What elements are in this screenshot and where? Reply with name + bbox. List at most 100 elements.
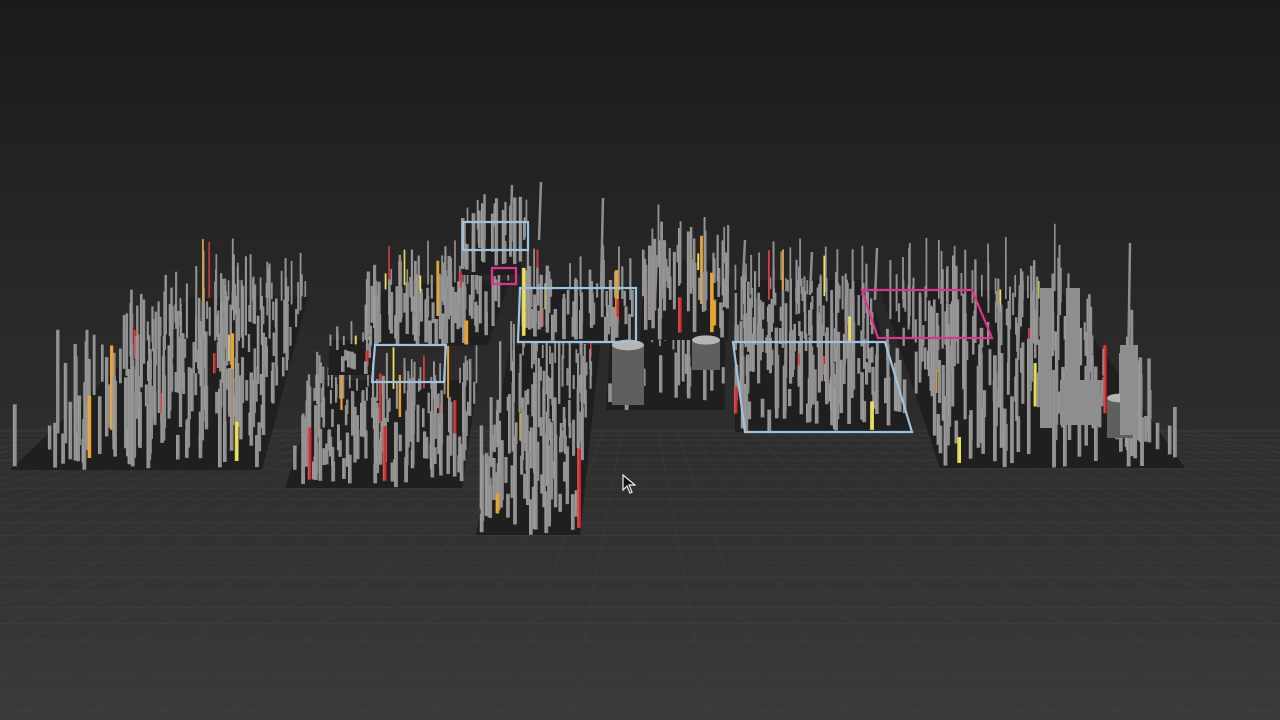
pillar-highlight (255, 435, 257, 468)
pillar-highlight (604, 316, 606, 342)
pillar-highlight (830, 326, 832, 384)
pillar-highlight (596, 283, 597, 298)
pillar-highlight (924, 347, 925, 370)
pillar-highlight (912, 285, 914, 339)
pillar-highlight (589, 364, 591, 389)
pillar-highlight (431, 302, 433, 324)
pillar-highlight (456, 303, 458, 330)
pillar-highlight (125, 313, 127, 376)
storage-tank[interactable] (692, 335, 720, 370)
pillar-highlight (902, 327, 904, 346)
pillar-highlight (752, 333, 754, 372)
pillar-highlight (394, 422, 396, 488)
pillar-highlight (224, 285, 226, 348)
pillar-highlight (236, 363, 238, 427)
pillar-highlight (1012, 292, 1013, 316)
tank-body (612, 345, 644, 405)
pillar-highlight (478, 210, 480, 248)
pillar-highlight (390, 462, 393, 482)
pillar-highlight (290, 261, 292, 305)
pillar-highlight (1083, 322, 1085, 341)
pillar-highlight (466, 360, 468, 381)
pillar-highlight (772, 241, 774, 299)
pillar-highlight (528, 266, 530, 330)
pillar-highlight (936, 413, 938, 445)
pillar-highlight (579, 342, 581, 355)
pillar-highlight (133, 330, 135, 359)
city-visualization-canvas[interactable] (0, 0, 1280, 720)
pillar-highlight (857, 295, 859, 326)
pillar-highlight (424, 300, 426, 343)
pillar-highlight (1020, 348, 1021, 373)
pillar-highlight (1144, 415, 1146, 442)
pillar-highlight (202, 239, 203, 307)
pillar-highlight (571, 494, 573, 530)
pillar-highlight (520, 455, 522, 475)
pillar-highlight (895, 274, 897, 312)
pillar-highlight (860, 330, 862, 347)
tall-building[interactable] (1040, 288, 1052, 428)
pillar-highlight (563, 435, 565, 454)
pillar-highlight (434, 319, 436, 345)
pillar-highlight (249, 372, 251, 446)
pillar-highlight (176, 434, 178, 460)
pillar-highlight (229, 304, 231, 365)
pillar-highlight (218, 388, 220, 468)
pillar-highlight (533, 316, 535, 337)
storage-tank[interactable] (612, 339, 644, 405)
pillar-highlight (788, 389, 790, 407)
pillar-highlight (245, 380, 247, 401)
pillar-highlight (185, 283, 187, 339)
pillar-highlight (757, 323, 759, 384)
pillar-highlight (762, 301, 763, 320)
pillar-highlight (1094, 421, 1096, 461)
pillar-highlight (868, 348, 870, 373)
pillar-highlight (506, 396, 508, 411)
pillar-highlight (789, 247, 791, 284)
pillar-highlight (314, 405, 316, 480)
pillar-highlight (997, 302, 999, 333)
pillar-highlight (825, 333, 827, 405)
pillar-highlight (307, 427, 310, 480)
pillar-highlight (624, 306, 626, 325)
pillar-highlight (508, 394, 510, 454)
pillar-highlight (162, 336, 164, 358)
pillar-highlight (430, 458, 432, 478)
pillar-highlight (830, 382, 832, 426)
pillar-highlight (828, 383, 830, 402)
pillar-highlight (971, 270, 973, 304)
pillar-highlight (476, 272, 478, 294)
pillar-highlight (981, 274, 982, 297)
pillar-highlight (610, 287, 612, 343)
tall-building[interactable] (1120, 345, 1138, 435)
pillar-highlight (782, 249, 783, 292)
pillar-highlight (561, 355, 563, 387)
pillar-highlight (523, 220, 524, 240)
pillar-highlight (394, 315, 396, 339)
pillar-highlight (475, 305, 477, 333)
pillar-highlight (331, 461, 333, 482)
tall-building[interactable] (1060, 380, 1100, 425)
pillar-highlight (769, 337, 771, 374)
pillar-highlight (365, 334, 367, 351)
pillar-highlight (248, 305, 250, 322)
pillar-highlight (322, 397, 324, 428)
pillar-highlight (208, 307, 210, 336)
pillar-highlight (175, 271, 176, 329)
pillar-highlight (898, 303, 899, 322)
pillar-highlight (234, 421, 237, 461)
3d-viewport[interactable] (0, 0, 1280, 720)
pillar-highlight (549, 345, 550, 364)
pillar-highlight (427, 392, 429, 414)
pillar-highlight (221, 302, 223, 384)
pillar-highlight (907, 285, 909, 330)
pillar-highlight (766, 335, 768, 370)
pillar-highlight (280, 270, 282, 301)
pillar-highlight (558, 493, 560, 512)
pillar-highlight (436, 260, 438, 316)
pillar-highlight (342, 458, 344, 479)
pillar-highlight (884, 377, 886, 404)
pillar-highlight (369, 335, 370, 345)
pillar-highlight (373, 438, 376, 465)
pillar-highlight (551, 365, 553, 406)
